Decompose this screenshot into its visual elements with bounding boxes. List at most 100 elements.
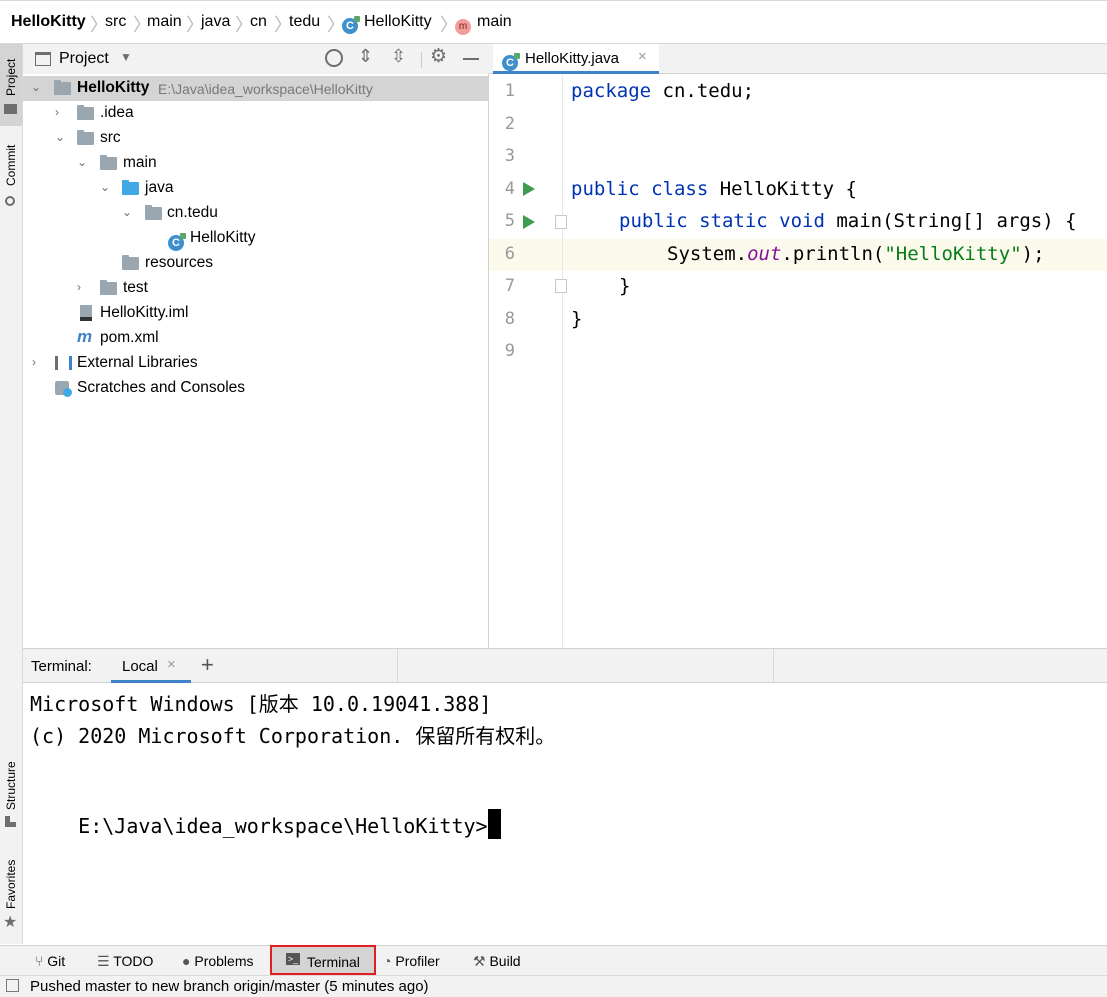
chevron-down-icon[interactable]: ⌄ — [100, 180, 110, 194]
tab-hellokitty-java[interactable]: C HelloKitty.java × — [493, 44, 659, 74]
tree-item-src[interactable]: ⌄ src — [23, 126, 489, 151]
breadcrumb-project[interactable]: HelloKitty — [11, 13, 86, 31]
breadcrumb-main[interactable]: main — [147, 13, 182, 31]
favorites-tool-tab[interactable]: Favorites ★ — [0, 849, 22, 934]
chevron-right-icon[interactable]: › — [77, 280, 81, 294]
divider — [421, 52, 422, 68]
run-main-icon[interactable] — [523, 215, 535, 229]
breadcrumb-method[interactable]: main — [477, 13, 512, 31]
structure-tool-tab[interactable]: Structure — [0, 744, 22, 834]
left-tool-strip: Project Commit Structure Favorites ★ — [0, 44, 23, 944]
tree-item-idea[interactable]: › .idea — [23, 101, 489, 126]
tree-label-main: main — [123, 154, 157, 171]
tree-root-path: E:\Java\idea_workspace\HelloKitty — [158, 81, 373, 97]
locate-icon[interactable] — [325, 49, 343, 67]
tree-label-package: cn.tedu — [167, 204, 218, 221]
gear-icon[interactable]: ⚙ — [430, 45, 447, 68]
chevron-right-icon[interactable]: › — [55, 105, 59, 119]
list-icon: ☰ — [97, 953, 110, 969]
folder-icon — [77, 105, 94, 120]
fold-icon[interactable] — [555, 215, 567, 229]
fold-end-icon[interactable] — [555, 279, 567, 293]
project-tool-tab[interactable]: Project — [0, 44, 22, 126]
hide-icon[interactable] — [463, 58, 479, 60]
code-line-8: } — [571, 308, 583, 330]
tree-item-iml[interactable]: HelloKitty.iml — [23, 301, 489, 326]
status-message[interactable]: Pushed master to new branch origin/maste… — [30, 978, 429, 995]
line-number: 2 — [504, 114, 515, 134]
chevron-down-icon[interactable]: ⌄ — [31, 80, 41, 94]
profiler-tool-button[interactable]: ◔ Profiler — [383, 953, 440, 969]
terminal-tool-button[interactable]: >_ Terminal — [270, 945, 376, 975]
tab-local-label: Local — [122, 658, 158, 675]
run-class-icon[interactable] — [523, 182, 535, 196]
tree-item-package[interactable]: ⌄ cn.tedu — [23, 201, 489, 226]
chevron-right-icon[interactable]: › — [32, 355, 36, 369]
source-folder-icon — [122, 180, 139, 195]
commit-tool-tab[interactable]: Commit — [0, 136, 22, 211]
close-icon[interactable]: × — [638, 48, 647, 65]
breadcrumb-tedu[interactable]: tedu — [289, 13, 320, 31]
expand-all-icon[interactable]: ⇕ — [358, 46, 373, 67]
tree-item-test[interactable]: › test — [23, 276, 489, 301]
chevron-down-icon[interactable]: ⌄ — [77, 155, 87, 169]
tree-item-java[interactable]: ⌄ java — [23, 176, 489, 201]
close-icon[interactable]: × — [167, 656, 176, 673]
git-label: Git — [47, 953, 66, 969]
chevron-down-icon[interactable]: ⌄ — [55, 130, 65, 144]
dropdown-arrow-icon[interactable]: ▼ — [120, 50, 132, 64]
tree-item-pom[interactable]: m pom.xml — [23, 326, 489, 351]
commit-icon — [5, 196, 15, 206]
tree-label-resources: resources — [145, 254, 214, 271]
line-number: 3 — [504, 146, 515, 166]
structure-tab-label: Structure — [4, 761, 18, 810]
tree-item-external-libraries[interactable]: › External Libraries — [23, 351, 489, 376]
tree-item-root[interactable]: ⌄ HelloKitty E:\Java\idea_workspace\Hell… — [23, 76, 489, 101]
folder-icon — [77, 130, 94, 145]
chevron-down-icon[interactable]: ⌄ — [122, 205, 132, 219]
tree-label-pom: pom.xml — [100, 329, 159, 346]
editor-gutter: 1 2 3 4 5 6 7 8 9 — [489, 75, 567, 648]
tree-label-java: java — [145, 179, 174, 196]
package-icon — [145, 205, 162, 220]
line-number: 9 — [504, 341, 515, 361]
add-terminal-icon[interactable]: + — [201, 652, 214, 678]
terminal-output[interactable]: Microsoft Windows [版本 10.0.19041.388] (c… — [23, 683, 1107, 945]
iml-file-icon — [80, 305, 92, 321]
terminal-icon: >_ — [286, 953, 300, 965]
build-tool-button[interactable]: ⚒ Build — [473, 953, 521, 970]
git-tool-button[interactable]: ⑂ Git — [35, 953, 65, 969]
terminal-line: (c) 2020 Microsoft Corporation. 保留所有权利。 — [30, 724, 556, 748]
terminal-header: Terminal: Local × + — [23, 648, 1107, 683]
tree-item-resources[interactable]: resources — [23, 251, 489, 276]
project-tab-label: Project — [4, 58, 18, 96]
status-toggle-icon[interactable] — [6, 979, 19, 992]
commit-tab-label: Commit — [4, 144, 18, 186]
breadcrumb-java[interactable]: java — [201, 13, 230, 31]
tree-label-root: HelloKitty — [77, 79, 150, 96]
tree-label-src: src — [100, 129, 121, 146]
terminal-tool-label: Terminal — [307, 954, 360, 970]
todo-tool-button[interactable]: ☰ TODO — [97, 953, 153, 970]
breadcrumb-cn[interactable]: cn — [250, 13, 267, 31]
resources-folder-icon — [122, 255, 139, 270]
module-folder-icon — [54, 80, 71, 95]
tree-label-class: HelloKitty — [190, 229, 256, 246]
collapse-all-icon[interactable]: ⇳ — [391, 46, 406, 67]
structure-icon — [5, 816, 16, 827]
problems-tool-button[interactable]: ● Problems — [182, 953, 254, 969]
breadcrumb-src[interactable]: src — [105, 13, 126, 31]
tree-item-scratches[interactable]: Scratches and Consoles — [23, 376, 489, 401]
project-view-selector[interactable]: Project — [59, 50, 109, 68]
tree-item-main[interactable]: ⌄ main — [23, 151, 489, 176]
tab-local[interactable]: Local × — [111, 649, 191, 683]
breadcrumb: HelloKitty 〉 src 〉 main 〉 java 〉 cn 〉 te… — [0, 0, 1107, 44]
tree-item-class[interactable]: C HelloKitty — [23, 226, 489, 251]
code-line-6: System.out.println("HelloKitty"); — [667, 243, 1045, 265]
library-icon — [55, 356, 72, 370]
profiler-icon: ◔ — [383, 953, 392, 969]
code-editor[interactable]: 1 2 3 4 5 6 7 8 9 package cn.tedu; publi… — [489, 75, 1107, 648]
profiler-label: Profiler — [395, 953, 440, 969]
folder-icon — [100, 155, 117, 170]
breadcrumb-class[interactable]: HelloKitty — [364, 13, 432, 31]
